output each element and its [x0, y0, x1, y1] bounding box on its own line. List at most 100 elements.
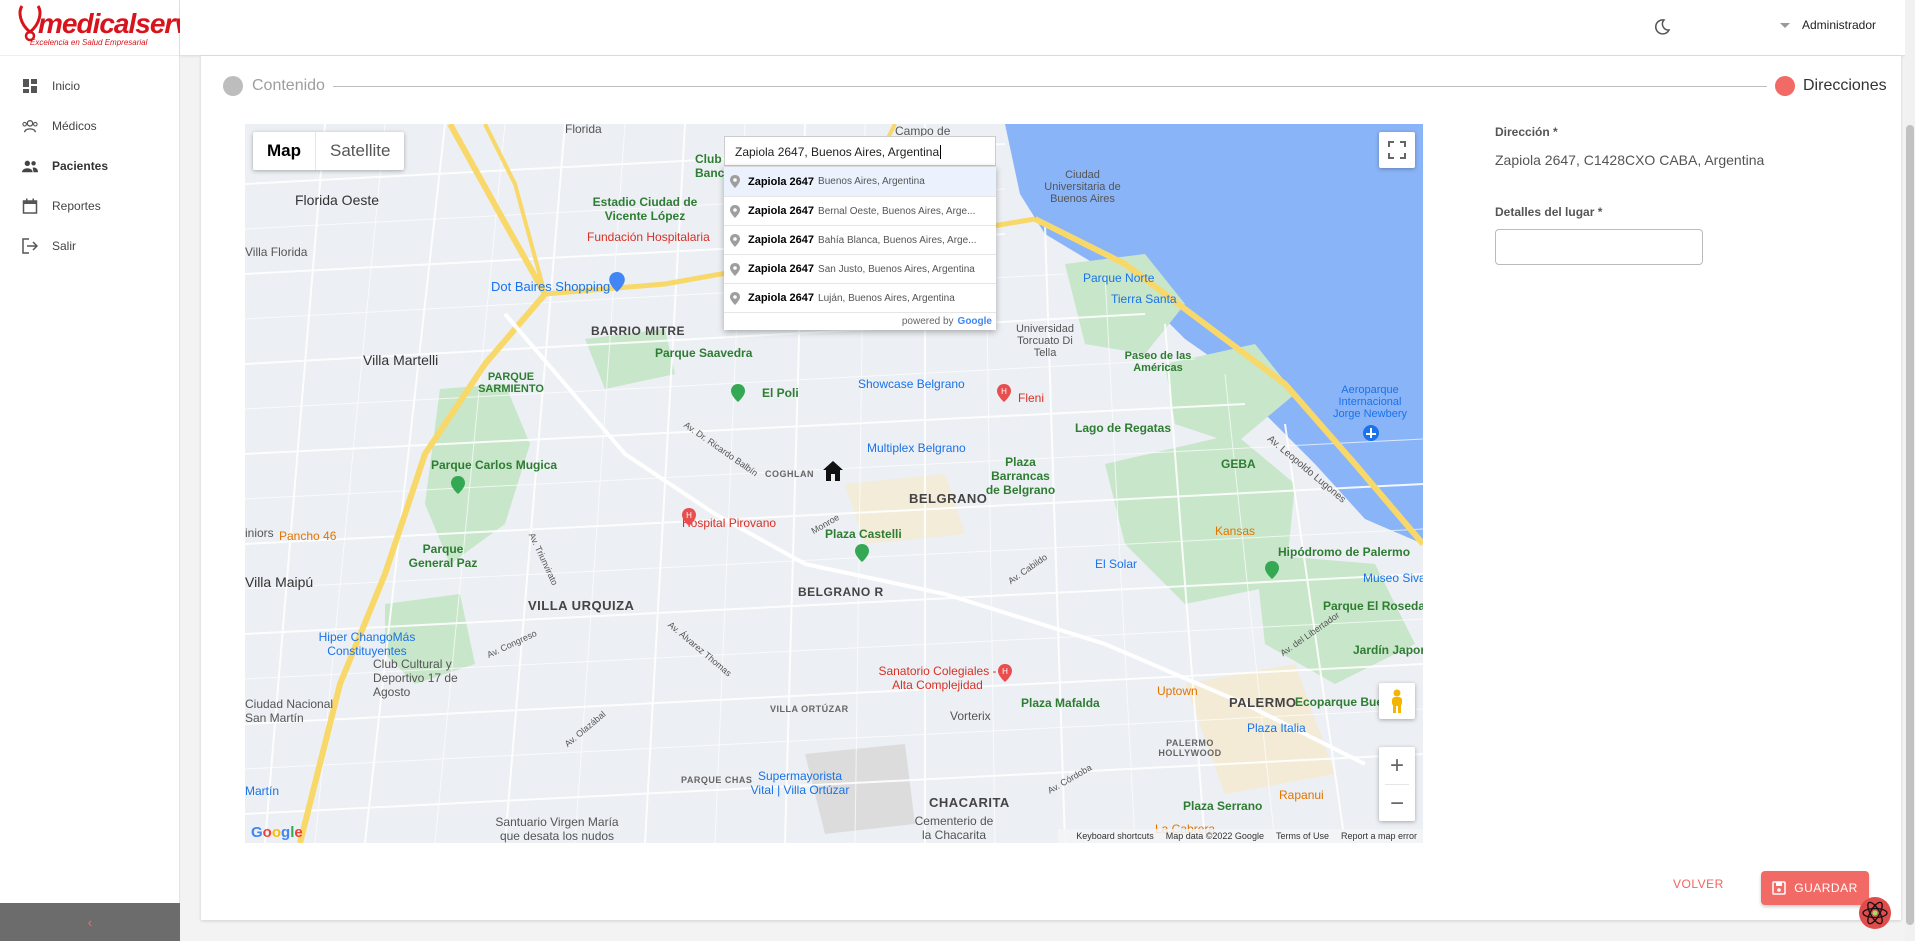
- detalles-input[interactable]: [1495, 229, 1703, 265]
- sidebar-item-medicos[interactable]: Médicos: [0, 106, 179, 146]
- page-scrollbar[interactable]: [1905, 0, 1915, 941]
- powered-by-google-logo: Google: [957, 316, 992, 327]
- guardar-label: GUARDAR: [1794, 881, 1858, 895]
- map-label-ecoparque: Ecoparque Bue: [1295, 695, 1384, 709]
- dashboard-icon: [22, 78, 38, 94]
- suggestion-secondary: San Justo, Buenos Aires, Argentina: [818, 263, 975, 275]
- suggestion-main: Zapiola 2647: [748, 292, 815, 304]
- map-type-satellite-button[interactable]: Satellite: [316, 132, 404, 170]
- map-label-hospital-pirovano: Hospital Pirovano: [682, 516, 777, 530]
- brand-logo[interactable]: medicalservice Excelencia en Salud Empre…: [0, 0, 226, 56]
- autocomplete-suggestion[interactable]: Zapiola 2647 San Justo, Buenos Aires, Ar…: [724, 254, 996, 283]
- autocomplete-suggestion[interactable]: Zapiola 2647 Bahía Blanca, Buenos Aires,…: [724, 225, 996, 254]
- park-pin-icon: [1265, 561, 1279, 579]
- map-label-florida-oeste: Florida Oeste: [295, 192, 380, 208]
- map-label-barrio-mitre: BARRIO MITRE: [591, 324, 685, 338]
- autocomplete-dropdown: Zapiola 2647 Buenos Aires, Argentina Zap…: [724, 166, 996, 330]
- map-label-uptown: Uptown: [1157, 684, 1198, 698]
- google-logo[interactable]: Google: [251, 824, 303, 841]
- zoom-control: + −: [1379, 747, 1415, 821]
- user-menu[interactable]: Administrador: [1780, 18, 1876, 32]
- svg-text:H: H: [1001, 387, 1007, 396]
- map-label-el-poli: El Poli: [762, 386, 799, 400]
- map-type-control: Map Satellite: [253, 132, 405, 170]
- map-label-palermo: PALERMO: [1229, 695, 1297, 710]
- map-label-paseo-americas: Paseo de las Américas: [1124, 350, 1192, 374]
- chevron-left-icon: ‹: [87, 914, 93, 930]
- sidebar-item-label: Pacientes: [52, 159, 109, 173]
- text-cursor: [940, 145, 942, 159]
- address-search-value: Zapiola 2647, Buenos Aires, Argentina: [735, 145, 940, 159]
- map-data-text: Map data ©2022 Google: [1165, 831, 1264, 841]
- zoom-out-button[interactable]: −: [1379, 785, 1415, 822]
- home-marker-icon[interactable]: [822, 460, 844, 482]
- moon-icon[interactable]: [1653, 18, 1671, 36]
- zoom-in-button[interactable]: +: [1379, 747, 1415, 784]
- direccion-value: Zapiola 2647, C1428CXO CABA, Argentina: [1495, 152, 1765, 168]
- sidebar-item-inicio[interactable]: Inicio: [0, 66, 179, 106]
- map-label-hipodromo: Hipódromo de Palermo: [1278, 545, 1411, 559]
- step-label-direcciones[interactable]: Direcciones: [1803, 77, 1887, 95]
- map-label-martin: Martín: [245, 784, 280, 798]
- volver-button[interactable]: VOLVER: [1673, 877, 1724, 891]
- map-type-map-button[interactable]: Map: [253, 132, 316, 170]
- map-label-cementerio: Cementerio de la Chacarita: [914, 814, 994, 842]
- keyboard-shortcuts-link[interactable]: Keyboard shortcuts: [1076, 831, 1154, 841]
- sidebar-item-pacientes[interactable]: Pacientes: [0, 146, 179, 186]
- map-label-ciudad-universitaria: Ciudad Universitaria de Buenos Aires: [1044, 169, 1121, 205]
- street-view-pegman-button[interactable]: [1379, 683, 1415, 719]
- logout-icon: [22, 238, 38, 254]
- powered-by-text: powered by: [901, 316, 954, 327]
- map-label-parque-sarmiento: PARQUE SARMIENTO: [478, 371, 544, 395]
- map-attribution: Keyboard shortcuts Map data ©2022 Google…: [1058, 829, 1423, 843]
- direccion-label: Dirección *: [1495, 125, 1558, 139]
- autocomplete-suggestion[interactable]: Zapiola 2647 Luján, Buenos Aires, Argent…: [724, 283, 996, 312]
- map-label-palermo-hollywood: PALERMO HOLLYWOOD: [1158, 738, 1222, 758]
- hospital-pin-icon: H: [682, 508, 696, 526]
- map-label-estadio: Estadio Ciudad de Vicente López: [592, 195, 698, 223]
- sidebar-collapse-button[interactable]: ‹: [0, 903, 180, 941]
- map-label-geba: GEBA: [1221, 457, 1256, 471]
- map-label-fleni: Fleni: [1018, 391, 1045, 405]
- location-pin-icon: [730, 233, 740, 247]
- location-pin-icon: [730, 291, 740, 305]
- autocomplete-suggestion[interactable]: Zapiola 2647 Bernal Oeste, Buenos Aires,…: [724, 196, 996, 225]
- map-label-plaza-italia: Plaza Italia: [1247, 721, 1306, 735]
- map-label-supermayorista: Supermayorista Vital | Villa Ortúzar: [750, 769, 850, 797]
- autocomplete-suggestion[interactable]: Zapiola 2647 Buenos Aires, Argentina: [724, 167, 996, 196]
- scroll-thumb[interactable]: [1906, 125, 1914, 925]
- suggestion-secondary: Luján, Buenos Aires, Argentina: [818, 292, 955, 304]
- report-error-link[interactable]: Report a map error: [1341, 831, 1417, 841]
- step-label-contenido[interactable]: Contenido: [252, 77, 325, 95]
- location-pin-icon: [730, 262, 740, 276]
- sidebar-item-salir[interactable]: Salir: [0, 226, 179, 266]
- map-label-vorterix: Vorterix: [950, 709, 991, 723]
- sidebar-item-reportes[interactable]: Reportes: [0, 186, 179, 226]
- map-label-parque-carlos-mugica: Parque Carlos Mugica: [431, 458, 558, 472]
- map-label-coghlan: COGHLAN: [765, 469, 814, 479]
- sidebar-nav: Inicio Médicos Pacientes Reportes Salir: [0, 56, 179, 266]
- step-dot-direcciones: [1775, 76, 1795, 96]
- map-label-santuario: Santuario Virgen María que desata los nu…: [495, 815, 619, 843]
- sidebar: medicalservice Excelencia en Salud Empre…: [0, 0, 226, 941]
- sidebar-item-label: Médicos: [52, 119, 97, 133]
- terms-link[interactable]: Terms of Use: [1276, 831, 1329, 841]
- map-label-juniors: iniors: [245, 526, 274, 540]
- patients-icon: [22, 158, 38, 174]
- step-dot-contenido: [223, 76, 243, 96]
- save-icon: [1772, 881, 1786, 895]
- location-pin-icon: [730, 204, 740, 218]
- map-label-rapanui: Rapanui: [1279, 788, 1324, 802]
- react-devtools-icon[interactable]: [1858, 896, 1892, 930]
- map-label-belgrano: BELGRANO: [909, 491, 988, 506]
- map-label-pancho: Pancho 46: [279, 529, 337, 543]
- address-search-input[interactable]: Zapiola 2647, Buenos Aires, Argentina: [724, 136, 996, 166]
- guardar-button[interactable]: GUARDAR: [1761, 871, 1869, 905]
- map-label-multiplex: Multiplex Belgrano: [867, 441, 966, 455]
- map-label-aeroparque: Aeroparque Internacional Jorge Newbery: [1333, 384, 1407, 420]
- fullscreen-button[interactable]: [1379, 132, 1415, 168]
- calendar-icon: [22, 198, 38, 214]
- map-label-parque-saavedra: Parque Saavedra: [655, 346, 753, 360]
- park-pin-icon: [855, 544, 869, 562]
- park-pin-icon: [451, 476, 465, 494]
